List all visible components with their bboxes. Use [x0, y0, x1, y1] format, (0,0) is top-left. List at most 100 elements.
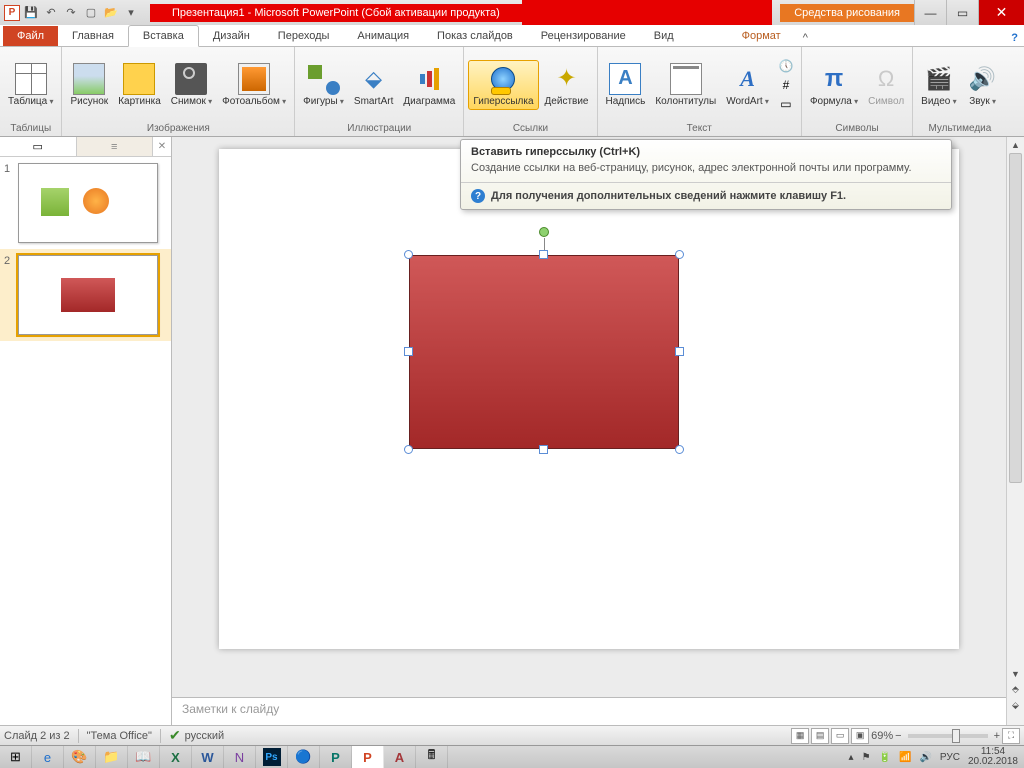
video-button[interactable]: 🎬Видео: [917, 61, 960, 109]
slide-thumb-2[interactable]: 2: [0, 249, 171, 341]
access-button[interactable]: A: [384, 746, 416, 768]
outline-tab[interactable]: ≡: [77, 137, 154, 156]
help-icon[interactable]: ?: [1005, 30, 1024, 46]
minimize-button[interactable]: —: [914, 0, 946, 25]
zoom-slider[interactable]: [908, 734, 988, 738]
slideshow-view-button[interactable]: ▣: [851, 728, 869, 744]
resize-handle-sw[interactable]: [404, 445, 413, 454]
calc-button[interactable]: 🖩: [416, 746, 448, 768]
zoom-out-button[interactable]: −: [895, 730, 901, 742]
scrollbar-thumb[interactable]: [1009, 153, 1022, 483]
qat-customize-icon[interactable]: ▾: [122, 4, 140, 22]
scroll-down-icon[interactable]: ▼: [1007, 666, 1024, 681]
tray-language[interactable]: РУС: [940, 752, 960, 763]
fit-window-button[interactable]: ⛶: [1002, 728, 1020, 744]
open-icon[interactable]: 📂: [102, 4, 120, 22]
slide-thumb-1[interactable]: 1: [0, 157, 171, 249]
photoalbum-button[interactable]: Фотоальбом: [218, 61, 290, 109]
reader-button[interactable]: 📖: [128, 746, 160, 768]
maximize-button[interactable]: ▭: [946, 0, 978, 25]
tab-slideshow[interactable]: Показ слайдов: [423, 26, 527, 46]
start-button[interactable]: ⊞: [0, 746, 32, 768]
canvas-area[interactable]: [172, 137, 1006, 697]
ribbon-minimize-icon[interactable]: ^: [795, 30, 816, 46]
excel-button[interactable]: X: [160, 746, 192, 768]
table-button[interactable]: Таблица: [4, 61, 57, 109]
slidenumber-button[interactable]: #: [775, 76, 797, 94]
save-icon[interactable]: 💾: [22, 4, 40, 22]
scroll-up-icon[interactable]: ▲: [1007, 137, 1024, 152]
tab-view[interactable]: Вид: [640, 26, 688, 46]
tab-review[interactable]: Рецензирование: [527, 26, 640, 46]
audio-button[interactable]: 🔊Звук: [963, 61, 1003, 109]
textbox-button[interactable]: AНадпись: [602, 61, 650, 109]
datetime-button[interactable]: 🕔: [775, 57, 797, 75]
resize-handle-n[interactable]: [539, 250, 548, 259]
hyperlink-button[interactable]: Гиперссылка: [468, 60, 538, 110]
rectangle-shape[interactable]: [409, 255, 679, 449]
zoom-in-button[interactable]: +: [994, 730, 1000, 742]
equation-button[interactable]: πФормула: [806, 61, 862, 109]
wordart-button[interactable]: AWordArt: [722, 61, 773, 109]
tab-format[interactable]: Формат: [728, 26, 795, 46]
picture-button[interactable]: Рисунок: [66, 61, 112, 109]
selected-shape[interactable]: [409, 255, 679, 449]
spellcheck-icon[interactable]: ✔: [169, 727, 181, 744]
tab-transitions[interactable]: Переходы: [264, 26, 344, 46]
normal-view-button[interactable]: ▦: [791, 728, 809, 744]
tray-chevron-icon[interactable]: ▴: [849, 752, 854, 763]
chart-button[interactable]: Диаграмма: [399, 61, 459, 109]
resize-handle-se[interactable]: [675, 445, 684, 454]
chrome-button[interactable]: 🔵: [288, 746, 320, 768]
resize-handle-s[interactable]: [539, 445, 548, 454]
tab-file[interactable]: Файл: [3, 26, 58, 46]
vertical-scrollbar[interactable]: ▲ ▼ ⬘ ⬙: [1006, 137, 1024, 725]
tray-clock[interactable]: 11:54 20.02.2018: [968, 747, 1018, 767]
slides-tab[interactable]: ▭: [0, 137, 77, 156]
tray-flag-icon[interactable]: ⚑: [862, 752, 871, 763]
publisher-button[interactable]: P: [320, 746, 352, 768]
language-indicator[interactable]: русский: [185, 730, 224, 742]
redo-icon[interactable]: ↷: [62, 4, 80, 22]
next-slide-icon[interactable]: ⬙: [1007, 698, 1024, 713]
slide-canvas[interactable]: [219, 149, 959, 649]
headerfooter-button[interactable]: Колонтитулы: [651, 61, 720, 109]
sorter-view-button[interactable]: ▤: [811, 728, 829, 744]
paint-button[interactable]: 🎨: [64, 746, 96, 768]
photoshop-button[interactable]: Ps: [256, 746, 288, 768]
tray-battery-icon[interactable]: 🔋: [879, 752, 891, 763]
onenote-button[interactable]: N: [224, 746, 256, 768]
tray-volume-icon[interactable]: 🔊: [919, 752, 931, 763]
notes-pane[interactable]: Заметки к слайду: [172, 697, 1006, 725]
slidepanel-close-icon[interactable]: ✕: [153, 137, 171, 156]
tab-home[interactable]: Главная: [58, 26, 128, 46]
clipart-button[interactable]: Картинка: [114, 61, 165, 109]
new-icon[interactable]: ▢: [82, 4, 100, 22]
resize-handle-e[interactable]: [675, 347, 684, 356]
smartart-button[interactable]: ⬙SmartArt: [350, 61, 397, 109]
prev-slide-icon[interactable]: ⬘: [1007, 682, 1024, 697]
powerpoint-icon[interactable]: P: [4, 5, 20, 21]
zoom-level[interactable]: 69%: [871, 730, 893, 742]
word-button[interactable]: W: [192, 746, 224, 768]
reading-view-button[interactable]: ▭: [831, 728, 849, 744]
shapes-button[interactable]: Фигуры: [299, 61, 348, 109]
close-button[interactable]: ✕: [978, 0, 1024, 25]
zoom-thumb[interactable]: [952, 729, 960, 743]
screenshot-button[interactable]: Снимок: [167, 61, 216, 109]
object-button[interactable]: ▭: [775, 95, 797, 113]
tray-network-icon[interactable]: 📶: [899, 752, 911, 763]
action-button[interactable]: ✦Действие: [541, 61, 593, 109]
explorer-button[interactable]: 📁: [96, 746, 128, 768]
tab-insert[interactable]: Вставка: [128, 25, 199, 47]
resize-handle-ne[interactable]: [675, 250, 684, 259]
undo-icon[interactable]: ↶: [42, 4, 60, 22]
tab-animation[interactable]: Анимация: [343, 26, 423, 46]
powerpoint-taskbar-button[interactable]: P: [352, 746, 384, 768]
resize-handle-w[interactable]: [404, 347, 413, 356]
rotate-handle[interactable]: [539, 227, 549, 237]
tab-design[interactable]: Дизайн: [199, 26, 264, 46]
slide-panel: ▭ ≡ ✕ 1 2: [0, 137, 172, 725]
resize-handle-nw[interactable]: [404, 250, 413, 259]
ie-button[interactable]: e: [32, 746, 64, 768]
